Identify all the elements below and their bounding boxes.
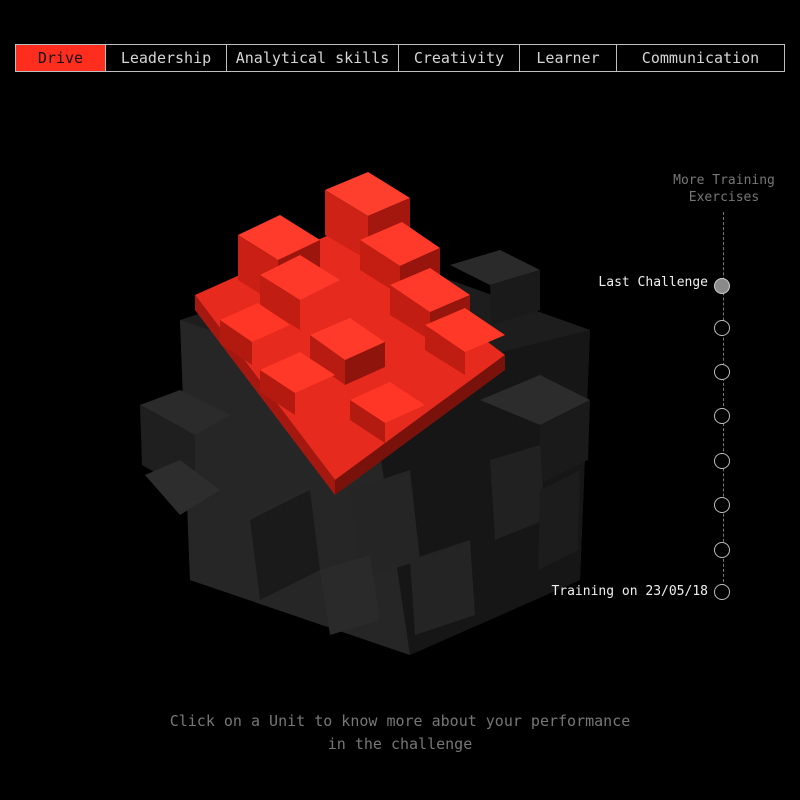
timeline-node[interactable] bbox=[714, 542, 730, 558]
timeline-node[interactable] bbox=[714, 408, 730, 424]
skills-tab-bar: Drive Leadership Analytical skills Creat… bbox=[15, 44, 785, 72]
more-label-line1: More Training bbox=[673, 173, 775, 188]
timeline-node-training-date[interactable] bbox=[714, 584, 730, 600]
tab-analytical-skills[interactable]: Analytical skills bbox=[226, 45, 398, 71]
timeline-node[interactable] bbox=[714, 364, 730, 380]
hint-line1: Click on a Unit to know more about your … bbox=[169, 712, 631, 730]
hint-line2: in the challenge bbox=[327, 735, 473, 753]
more-label-line2: Exercises bbox=[688, 190, 760, 205]
tab-communication[interactable]: Communication bbox=[616, 45, 784, 71]
timeline-node[interactable] bbox=[714, 320, 730, 336]
tab-drive[interactable]: Drive bbox=[16, 45, 105, 71]
timeline-node-last-challenge[interactable] bbox=[714, 278, 730, 294]
instruction-hint: Click on a Unit to know more about your … bbox=[100, 710, 700, 756]
tab-leadership[interactable]: Leadership bbox=[105, 45, 226, 71]
more-training-exercises-label[interactable]: More Training Exercises bbox=[650, 172, 798, 206]
voxel-cube-visualization[interactable] bbox=[120, 160, 600, 660]
training-date-label: Training on 23/05/18 bbox=[551, 584, 708, 599]
tab-learner[interactable]: Learner bbox=[519, 45, 616, 71]
last-challenge-label: Last Challenge bbox=[598, 275, 708, 290]
timeline-node[interactable] bbox=[714, 453, 730, 469]
timeline-node[interactable] bbox=[714, 497, 730, 513]
timeline-dashed-line bbox=[723, 212, 724, 592]
tab-creativity[interactable]: Creativity bbox=[398, 45, 519, 71]
